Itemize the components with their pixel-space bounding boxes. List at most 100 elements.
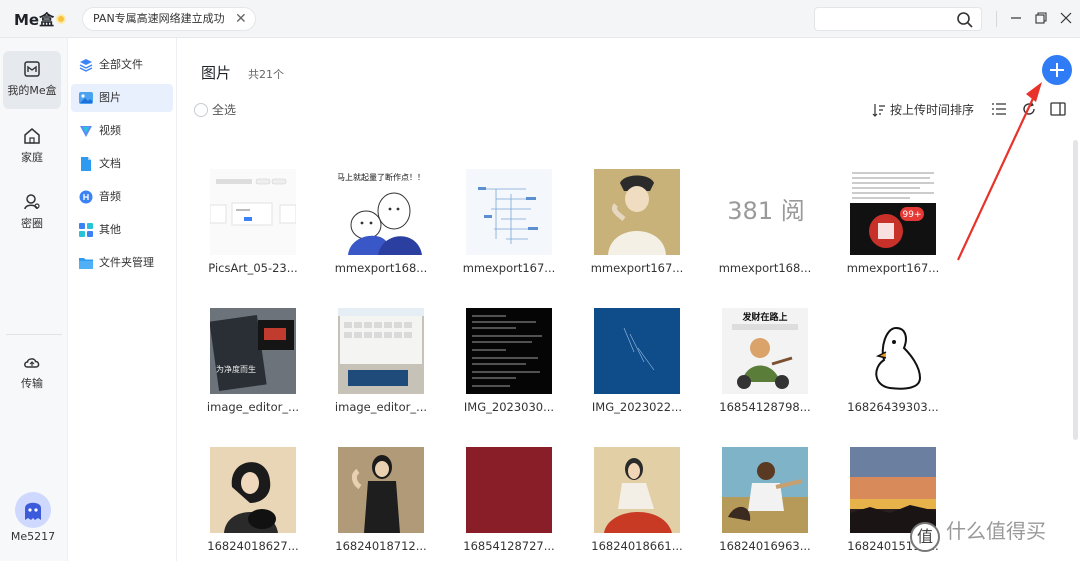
image-tile[interactable]: IMG_2023022... [582, 308, 682, 428]
thumbnail: 为净度而生 [210, 308, 296, 394]
category-documents[interactable]: 文档 [71, 150, 173, 178]
thumbnail [466, 447, 552, 533]
close-icon[interactable] [1057, 9, 1075, 27]
image-tile[interactable]: 16854128727... [454, 447, 555, 561]
avatar[interactable] [15, 492, 51, 528]
image-tile[interactable]: 99+ mmexport167... [838, 169, 939, 289]
annotation-arrow [957, 82, 1042, 261]
thumbnail [210, 447, 296, 533]
image-tile[interactable]: mmexport167... [454, 169, 555, 289]
file-name: 16826439303... [847, 400, 939, 414]
file-name: 16824018627... [207, 539, 299, 553]
thumbnail: 发财在路上 [722, 308, 808, 394]
audio-icon [79, 190, 93, 204]
image-icon [79, 92, 93, 104]
image-tile[interactable]: 16824018627... [198, 447, 299, 561]
thumbnail [722, 447, 808, 533]
title-bar: Me盒 PAN专属高速网络建立成功 ✕ [0, 0, 1080, 38]
file-name: 16854128727... [463, 539, 555, 553]
image-tile[interactable]: 16824018661... [582, 447, 683, 561]
file-name: image_editor_... [206, 400, 300, 414]
category-images[interactable]: 图片 [71, 84, 173, 112]
side-panel-icon[interactable] [1050, 101, 1066, 117]
watermark-text: 什么值得买 [946, 519, 1046, 543]
category-folder-management[interactable]: 文件夹管理 [71, 249, 173, 277]
category-label: 全部文件 [99, 58, 143, 71]
rail-divider [6, 334, 62, 335]
rail-item-my-box[interactable]: 我的Me盒 [3, 51, 61, 109]
thumbnail [594, 447, 680, 533]
avatar-ghost-icon [25, 502, 41, 520]
category-label: 视频 [99, 124, 121, 137]
file-name: mmexport167... [846, 261, 940, 275]
file-name: 16824018712... [335, 539, 427, 553]
app-brand: Me盒 [14, 11, 55, 29]
file-name: IMG_2023030... [463, 400, 555, 414]
svg-text:发财在路上: 发财在路上 [741, 311, 787, 323]
category-label: 图片 [99, 91, 121, 104]
my-box-icon [24, 61, 40, 77]
svg-text:99+: 99+ [903, 210, 922, 220]
category-videos[interactable]: 视频 [71, 117, 173, 145]
image-tile[interactable]: mmexport167... [582, 169, 683, 289]
svg-text:为净度而生: 为净度而生 [216, 364, 256, 374]
image-tile[interactable]: image_editor_... [326, 308, 427, 428]
rail-item-transfer[interactable]: 传输 [3, 344, 61, 402]
username: Me5217 [10, 530, 56, 543]
category-label: 音频 [99, 190, 121, 203]
category-sidebar: 全部文件 图片 视频 文档 音频 其他 文件夹管理 [69, 38, 177, 561]
all-files-icon [79, 59, 93, 72]
file-name: 16824018661... [591, 539, 683, 553]
file-name: PicsArt_05-23... [208, 261, 298, 275]
select-all-checkbox[interactable]: 全选 [194, 101, 236, 118]
category-all-files[interactable]: 全部文件 [71, 51, 173, 79]
thumbnail: 99+ [850, 169, 936, 255]
rail-item-label: 传输 [21, 377, 43, 390]
category-label: 文件夹管理 [99, 256, 154, 269]
thumbnail [466, 308, 552, 394]
image-tile[interactable]: 16824018712... [326, 447, 427, 561]
thumbnail: 381 阅 [722, 169, 808, 255]
thumbnail [850, 308, 936, 394]
file-name: mmexport168... [718, 261, 812, 275]
rail-item-home[interactable]: 家庭 [3, 118, 61, 176]
sort-icon [872, 104, 885, 117]
image-tile[interactable]: 发财在路上 16854128798... [710, 308, 811, 428]
category-audio[interactable]: 音频 [71, 183, 173, 211]
svg-text:381 阅: 381 阅 [727, 197, 804, 225]
thumbnail [338, 447, 424, 533]
page-title: 图片 [201, 64, 232, 82]
search-icon[interactable] [956, 11, 974, 29]
search-input[interactable] [814, 7, 982, 31]
minimize-icon[interactable] [1007, 9, 1025, 27]
file-name: mmexport167... [590, 261, 684, 275]
thumbnail: 马上就起量了断作点！！ [338, 169, 424, 255]
image-tile[interactable]: 16824016963... [710, 447, 811, 561]
rail-item-label: 家庭 [21, 151, 43, 164]
toast-close-icon[interactable]: ✕ [235, 8, 247, 30]
private-circle-icon [24, 194, 40, 210]
file-name: mmexport168... [334, 261, 428, 275]
thumbnail [594, 308, 680, 394]
primary-nav: 我的Me盒 家庭 密圈 传输 Me5217 [0, 38, 68, 561]
file-name: mmexport167... [462, 261, 556, 275]
thumbnail [466, 169, 552, 255]
restore-icon[interactable] [1032, 9, 1050, 27]
image-tile[interactable]: IMG_2023030... [454, 308, 554, 428]
other-icon [79, 223, 93, 237]
checkbox-circle-icon [194, 103, 208, 117]
watermark-badge: 值 [910, 522, 940, 552]
image-tile[interactable]: 为净度而生 image_editor_... [198, 308, 299, 428]
category-other[interactable]: 其他 [71, 216, 173, 244]
image-tile[interactable]: 马上就起量了断作点！！ mmexport168... [326, 169, 427, 289]
notification-toast: PAN专属高速网络建立成功 ✕ [82, 7, 256, 31]
image-tile[interactable]: 16826439303... [838, 308, 939, 428]
vertical-scrollbar[interactable] [1073, 140, 1078, 440]
image-tile[interactable]: PicsArt_05-23... [198, 169, 298, 289]
toast-text: PAN专属高速网络建立成功 [93, 12, 225, 25]
titlebar-separator [996, 11, 997, 27]
image-tile[interactable]: 381 阅 mmexport168... [710, 169, 811, 289]
thumbnail [210, 169, 296, 255]
file-name: image_editor_... [334, 400, 428, 414]
rail-item-private-circle[interactable]: 密圈 [3, 184, 61, 242]
